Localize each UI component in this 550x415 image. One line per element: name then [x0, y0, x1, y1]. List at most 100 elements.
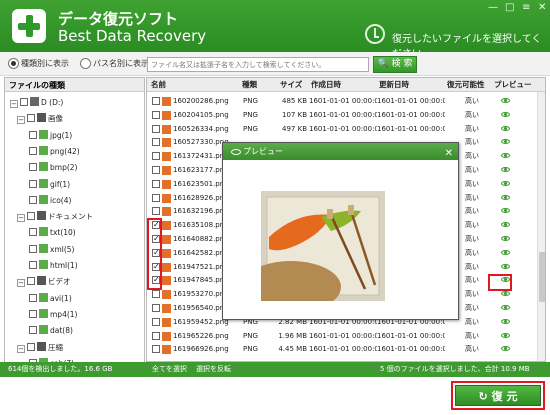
found-count: 614個を検出しました。16.6 GB [8, 365, 113, 373]
preview-eye-icon[interactable] [495, 301, 515, 315]
search-button[interactable]: 🔍 検 索 [373, 56, 417, 73]
expand-icon[interactable]: − [10, 100, 18, 108]
row-checkbox[interactable] [152, 331, 160, 340]
view-by-path-radio[interactable] [80, 58, 91, 69]
tree-checkbox[interactable] [29, 146, 37, 155]
preview-eye-icon[interactable] [495, 329, 515, 343]
tree-checkbox[interactable] [27, 277, 35, 286]
table-row[interactable]: 161965226.png PNG 1.96 MB 1601-01-01 00:00:… [147, 329, 537, 343]
row-checkbox[interactable] [152, 304, 160, 312]
preview-eye-icon[interactable] [495, 149, 515, 163]
recover-button[interactable]: ↻ 復 元 [455, 385, 541, 406]
tree-checkbox[interactable] [29, 293, 37, 302]
tree-checkbox[interactable] [29, 261, 37, 269]
preview-eye-icon[interactable] [495, 122, 515, 136]
tree-node[interactable]: bmp(2) [29, 161, 77, 175]
expand-icon[interactable]: − [17, 116, 25, 125]
col-created[interactable]: 作成日時 [311, 78, 341, 92]
invert-selection-link[interactable]: 選択を反転 [196, 362, 231, 377]
tree-checkbox[interactable] [29, 309, 37, 318]
expand-icon[interactable]: − [17, 279, 25, 288]
cell-type: PNG [243, 110, 258, 119]
cell-created: 1601-01-01 00:00:00 [309, 124, 377, 133]
tree-node[interactable]: ico(4) [29, 194, 71, 208]
tree-checkbox[interactable] [27, 212, 35, 221]
preview-eye-icon[interactable] [495, 177, 515, 191]
preview-close-icon[interactable]: ✕ [445, 145, 453, 162]
col-type[interactable]: 種類 [242, 78, 257, 92]
tree-checkbox[interactable] [29, 130, 37, 139]
row-checkbox[interactable] [152, 290, 160, 299]
cell-size: 485 KB [282, 97, 307, 105]
tree-node[interactable]: mp4(1) [29, 308, 77, 322]
preview-eye-icon[interactable] [495, 135, 515, 149]
expand-icon[interactable]: − [17, 344, 25, 353]
tree-node[interactable]: − ドキュメント [17, 210, 93, 224]
col-size[interactable]: サイズ [280, 78, 302, 92]
preview-eye-icon[interactable] [495, 191, 515, 205]
table-row[interactable]: 160200286.png PNG 485 KB 1601-01-01 00:00:0… [147, 94, 537, 108]
table-row[interactable]: 161966926.png PNG 4.45 MB 1601-01-01 00:00:… [147, 342, 537, 356]
preview-eye-icon[interactable] [495, 108, 515, 122]
tree-node[interactable]: avi(1) [29, 292, 72, 306]
row-checkbox[interactable] [152, 124, 160, 133]
tree-node[interactable]: − 画像 [17, 112, 63, 126]
tree-checkbox[interactable] [27, 114, 35, 123]
select-all-link[interactable]: 全てを選択 [152, 362, 187, 377]
tree-node[interactable]: html(1) [29, 259, 78, 273]
preview-eye-icon[interactable] [495, 94, 515, 108]
col-recoverability[interactable]: 復元可能性 [447, 78, 485, 92]
tree-node[interactable]: png(42) [29, 145, 80, 159]
col-updated[interactable]: 更新日時 [379, 78, 409, 92]
row-checkbox[interactable] [152, 345, 160, 354]
preview-eye-icon[interactable] [495, 260, 515, 274]
tree-node[interactable]: − D (D:) [10, 96, 63, 110]
tree-checkbox[interactable] [20, 98, 28, 106]
tree-node[interactable]: gif(1) [29, 178, 70, 192]
preview-eye-icon[interactable] [495, 204, 515, 218]
preview-eye-icon[interactable] [495, 315, 515, 329]
preview-eye-icon[interactable] [495, 163, 515, 177]
tree-checkbox[interactable] [29, 179, 37, 188]
tree-checkbox[interactable] [29, 244, 37, 253]
row-checkbox[interactable] [152, 152, 160, 161]
search-input[interactable] [147, 57, 369, 72]
preview-eye-icon[interactable] [495, 232, 515, 246]
tree-node[interactable]: txt(10) [29, 226, 76, 240]
expand-icon[interactable]: − [17, 214, 25, 223]
row-checkbox[interactable] [152, 138, 160, 147]
table-row[interactable]: 160204105.png PNG 107 KB 1601-01-01 00:00:0… [147, 108, 537, 122]
row-checkbox[interactable] [152, 166, 160, 174]
table-row[interactable]: 160526334.png PNG 497 KB 1601-01-01 00:00:0… [147, 122, 537, 136]
tree-checkbox[interactable] [29, 195, 37, 204]
menu-icon[interactable]: ≡ [522, 2, 530, 13]
maximize-icon[interactable]: □ [505, 2, 514, 13]
tree-checkbox[interactable] [27, 342, 35, 351]
tree-node[interactable]: − ビデオ [17, 275, 71, 289]
close-icon[interactable]: ✕ [538, 2, 546, 13]
tree-node[interactable]: dat(8) [29, 324, 73, 338]
tree-node[interactable]: jpg(1) [29, 129, 72, 143]
row-checkbox[interactable] [152, 193, 160, 202]
row-checkbox[interactable] [152, 97, 160, 105]
row-checkbox[interactable] [152, 207, 160, 216]
tree-checkbox[interactable] [29, 163, 37, 172]
table-scrollbar[interactable] [537, 92, 545, 361]
scrollbar-thumb[interactable] [539, 252, 545, 302]
preview-eye-icon[interactable] [495, 246, 515, 260]
tree-node[interactable]: xml(5) [29, 243, 74, 257]
row-checkbox[interactable] [152, 317, 160, 326]
row-checkbox[interactable] [152, 110, 160, 119]
view-by-type-radio[interactable] [8, 58, 19, 69]
tree-checkbox[interactable] [29, 228, 37, 237]
cell-rec: 高い [465, 124, 479, 133]
cell-type: PNG [243, 97, 258, 105]
preview-eye-icon[interactable] [495, 218, 515, 232]
minimize-icon[interactable]: — [488, 2, 498, 13]
col-name[interactable]: 名前 [151, 78, 166, 92]
tree-node[interactable]: − 圧縮 [17, 341, 63, 355]
col-preview[interactable]: プレビュー [494, 78, 532, 92]
preview-eye-icon[interactable] [495, 342, 515, 356]
row-checkbox[interactable] [152, 179, 160, 188]
tree-checkbox[interactable] [29, 326, 37, 335]
